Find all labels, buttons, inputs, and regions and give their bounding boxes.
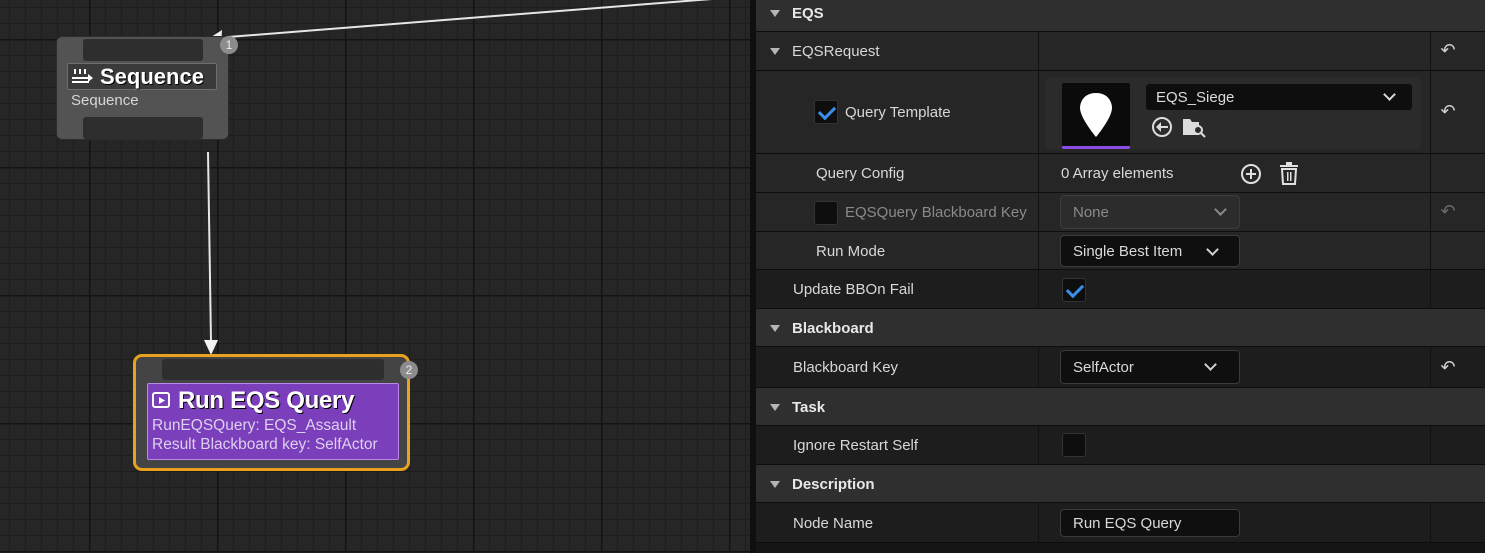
- eqs-blackboard-key-label: EQSQuery Blackboard Key: [845, 204, 1027, 221]
- category-description[interactable]: Description: [756, 465, 1485, 503]
- eqs-input-pin[interactable]: [162, 359, 384, 380]
- sequence-node-subtitle: Sequence: [71, 92, 139, 109]
- eqs-request-label: EQSRequest: [792, 43, 880, 60]
- expand-caret-icon: [770, 48, 780, 55]
- node-name-label: Node Name: [793, 514, 874, 532]
- ignore-restart-self-checkbox[interactable]: [1062, 433, 1086, 457]
- add-element-icon[interactable]: [1240, 163, 1262, 185]
- details-panel: EQS EQSRequest ↶ Query Template EQS_Sieg…: [750, 0, 1485, 553]
- sequence-title-row: Sequence: [67, 63, 217, 90]
- task-icon: [152, 392, 170, 408]
- eqs-blackboard-key-row: EQSQuery Blackboard Key None ↶: [756, 193, 1485, 232]
- query-template-row: Query Template EQS_Siege ↶: [756, 71, 1485, 154]
- reset-to-default-icon[interactable]: ↶: [1438, 357, 1458, 378]
- node-name-row: Node Name Run EQS Query: [756, 503, 1485, 543]
- behavior-tree-graph[interactable]: Sequence Sequence 1 2 Run EQS Query RunE…: [0, 0, 750, 553]
- chevron-down-icon: [1206, 243, 1219, 256]
- blackboard-key-dropdown[interactable]: SelfActor: [1060, 350, 1240, 384]
- eqs-blackboard-key-value: None: [1073, 203, 1109, 221]
- update-bb-on-fail-label: Update BBOn Fail: [793, 281, 914, 298]
- eqs-node-body: Run EQS Query RunEQSQuery: EQS_Assault R…: [147, 383, 399, 460]
- blackboard-key-row: Blackboard Key SelfActor ↶: [756, 347, 1485, 388]
- run-mode-value: Single Best Item: [1073, 242, 1183, 260]
- query-template-dropdown[interactable]: EQS_Siege: [1146, 84, 1412, 110]
- reset-to-default-icon[interactable]: ↶: [1438, 101, 1458, 122]
- blackboard-key-value: SelfActor: [1073, 358, 1134, 376]
- eqs-blackboard-key-checkbox[interactable]: [814, 201, 838, 225]
- chevron-down-icon: [1204, 358, 1217, 371]
- query-template-label: Query Template: [845, 104, 951, 121]
- execution-order-badge: 2: [400, 361, 418, 379]
- query-config-label: Query Config: [816, 165, 905, 182]
- category-description-label: Description: [792, 475, 875, 493]
- blackboard-key-label: Blackboard Key: [793, 359, 899, 376]
- sequence-output-pin[interactable]: [83, 117, 203, 139]
- run-eqs-query-node[interactable]: 2 Run EQS Query RunEQSQuery: EQS_Assault…: [133, 354, 418, 471]
- eqs-node-result-line: Result Blackboard key: SelfActor: [152, 436, 378, 453]
- sequence-input-pin[interactable]: [83, 39, 203, 61]
- category-eqs-label: EQS: [792, 4, 824, 22]
- expand-caret-icon: [770, 324, 780, 332]
- chevron-down-icon: [1214, 203, 1227, 216]
- category-task-label: Task: [792, 398, 826, 416]
- expand-caret-icon: [770, 403, 780, 411]
- chevron-down-icon: [1383, 88, 1396, 101]
- browse-asset-icon[interactable]: [1181, 115, 1207, 139]
- sequence-icon: [72, 68, 93, 83]
- expand-caret-icon: [770, 9, 780, 17]
- eqs-blackboard-key-dropdown[interactable]: None: [1060, 195, 1240, 229]
- category-blackboard[interactable]: Blackboard: [756, 309, 1485, 347]
- update-bb-on-fail-checkbox[interactable]: [1062, 278, 1086, 302]
- eqs-node-query-line: RunEQSQuery: EQS_Assault: [152, 417, 357, 434]
- reset-to-default-icon: ↶: [1440, 201, 1456, 221]
- sequence-node[interactable]: Sequence Sequence 1: [56, 36, 238, 140]
- execution-order-badge: 1: [220, 36, 238, 54]
- query-template-value: EQS_Siege: [1156, 88, 1235, 106]
- ignore-restart-self-label: Ignore Restart Self: [793, 437, 919, 454]
- run-mode-dropdown[interactable]: Single Best Item: [1060, 235, 1240, 267]
- use-selected-asset-icon[interactable]: [1150, 115, 1174, 139]
- sequence-node-title: Sequence: [100, 63, 204, 89]
- node-name-value: Run EQS Query: [1073, 514, 1182, 532]
- query-config-row: Query Config 0 Array elements: [756, 154, 1485, 193]
- trash-icon[interactable]: [1278, 162, 1300, 186]
- map-pin-icon: [1080, 93, 1112, 137]
- asset-picker: EQS_Siege: [1046, 77, 1421, 149]
- node-name-input[interactable]: Run EQS Query: [1060, 509, 1240, 537]
- run-mode-label: Run Mode: [816, 242, 886, 260]
- update-bb-on-fail-row: Update BBOn Fail: [756, 270, 1485, 309]
- ignore-restart-self-row: Ignore Restart Self: [756, 426, 1485, 465]
- category-eqs[interactable]: EQS: [756, 0, 1485, 32]
- expand-caret-icon: [770, 480, 780, 488]
- query-config-value: 0 Array elements: [1061, 165, 1174, 182]
- eqs-node-title: Run EQS Query: [178, 387, 355, 414]
- run-mode-row: Run Mode Single Best Item: [756, 232, 1485, 270]
- asset-thumbnail[interactable]: [1062, 83, 1130, 149]
- category-blackboard-label: Blackboard: [792, 319, 874, 337]
- reset-to-default-icon[interactable]: ↶: [1438, 40, 1458, 61]
- query-template-checkbox[interactable]: [814, 100, 838, 124]
- category-eqs-request[interactable]: EQSRequest ↶: [756, 32, 1485, 71]
- category-task[interactable]: Task: [756, 388, 1485, 426]
